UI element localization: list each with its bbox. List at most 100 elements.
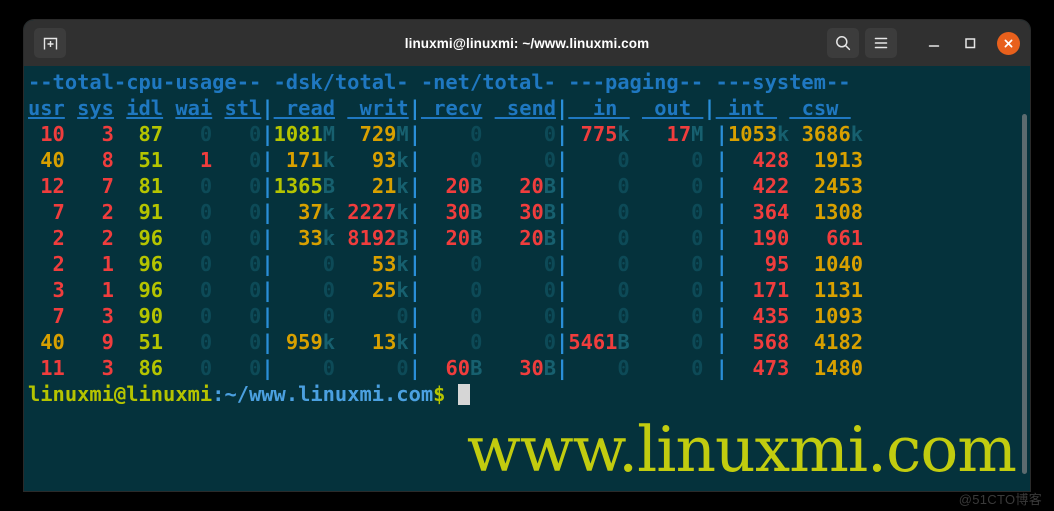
cell-usr: 11 — [28, 356, 65, 380]
cell-writ: 13 — [347, 330, 397, 354]
cell-writ: 0 — [347, 304, 409, 328]
maximize-icon — [965, 38, 976, 49]
cell-idl: 81 — [126, 174, 164, 198]
cell-sys: 3 — [77, 356, 114, 380]
cell-writ-unit: k — [396, 278, 409, 302]
dstat-column-header-line: usr sys idl wai stl| read writ| recv sen… — [28, 96, 851, 120]
scrollbar-thumb[interactable] — [1022, 114, 1027, 474]
cell-recv: 30 — [420, 200, 471, 224]
cell-idl: 96 — [126, 252, 164, 276]
cell-read: 1365 — [273, 174, 323, 198]
cell-recv: 60 — [420, 356, 471, 380]
cell-idl: 86 — [126, 356, 164, 380]
dstat-row: 2 1 96 0 0| 0 53k| 0 0| 0 0 | 95 1040 — [28, 252, 863, 276]
dstat-row: 7 3 90 0 0| 0 0| 0 0| 0 0 | 435 1093 — [28, 304, 863, 328]
cell-wai: 0 — [175, 252, 213, 276]
shell-prompt-line: linuxmi@linuxmi:~/www.linuxmi.com$ — [28, 381, 1030, 407]
cell-read: 0 — [273, 356, 336, 380]
col-wai: wai — [175, 96, 213, 120]
cell-wai: 0 — [175, 356, 213, 380]
cell-wai: 0 — [175, 278, 213, 302]
cell-out: 0 — [641, 304, 704, 328]
cell-wai: 0 — [175, 122, 213, 146]
terminal-window: linuxmi@linuxmi: ~/www.linuxmi.com --tot… — [24, 20, 1030, 491]
cell-sys: 1 — [77, 252, 114, 276]
col-send: send — [494, 96, 557, 120]
cell-out: 0 — [641, 148, 704, 172]
cell-stl: 0 — [224, 200, 262, 224]
cell-int: 435 — [727, 304, 790, 328]
cell-send: 0 — [494, 252, 557, 276]
cell-writ-unit: k — [396, 252, 409, 276]
cell-wai: 0 — [175, 226, 213, 250]
cell-read-unit: M — [322, 122, 336, 146]
cell-sys: 9 — [77, 330, 114, 354]
cell-writ-unit: B — [396, 226, 409, 250]
cell-int: 171 — [727, 278, 790, 302]
cell-stl: 0 — [224, 356, 262, 380]
col-idl: idl — [126, 96, 164, 120]
menu-button[interactable] — [865, 28, 897, 58]
cell-writ-unit: k — [396, 174, 409, 198]
cell-read: 1081 — [273, 122, 323, 146]
dstat-group-header: --total-cpu-usage-- -dsk/total- -net/tot… — [28, 70, 851, 94]
cell-recv: 0 — [420, 304, 483, 328]
cell-out: 0 — [641, 200, 704, 224]
cell-stl: 0 — [224, 148, 262, 172]
cell-usr: 40 — [28, 148, 65, 172]
minimize-button[interactable] — [919, 28, 949, 58]
cell-int: 568 — [727, 330, 790, 354]
col-usr: usr — [28, 96, 65, 120]
cell-recv-unit: B — [470, 174, 483, 198]
close-button[interactable] — [997, 31, 1020, 55]
titlebar-controls — [827, 28, 1020, 58]
cell-sys: 2 — [77, 200, 114, 224]
cell-sys: 1 — [77, 278, 114, 302]
text-cursor[interactable] — [457, 384, 470, 405]
cell-wai: 0 — [175, 200, 213, 224]
col-recv: recv — [420, 96, 483, 120]
dstat-group-header-line: --total-cpu-usage-- -dsk/total- -net/tot… — [28, 69, 1030, 95]
cell-csw: 1093 — [801, 304, 863, 328]
cell-wai: 0 — [175, 304, 213, 328]
cell-idl: 91 — [126, 200, 164, 224]
prompt-colon: : — [212, 382, 225, 406]
hamburger-menu-icon — [874, 37, 888, 49]
cell-read-unit: k — [322, 200, 336, 224]
cell-in: 5461 — [568, 330, 618, 354]
cell-int: 422 — [727, 174, 790, 198]
cell-read: 0 — [273, 278, 336, 302]
cell-int-unit: k — [777, 122, 790, 146]
site-watermark: www.linuxmi.com — [466, 413, 1017, 486]
cell-writ: 2227 — [347, 200, 397, 224]
cell-recv-unit: B — [470, 226, 483, 250]
cell-in: 0 — [568, 252, 630, 276]
cell-recv: 20 — [420, 174, 471, 198]
terminal-body[interactable]: --total-cpu-usage-- -dsk/total- -net/tot… — [24, 66, 1030, 491]
cell-out: 0 — [641, 252, 704, 276]
cell-send: 0 — [494, 122, 557, 146]
new-tab-button[interactable] — [34, 28, 66, 58]
cell-wai: 0 — [175, 330, 213, 354]
cell-csw-unit: k — [850, 122, 863, 146]
cell-in: 0 — [568, 200, 630, 224]
cell-int: 1053 — [727, 122, 778, 146]
dstat-row: 10 3 87 0 0|1081M 729M| 0 0| 775k 17M |1… — [28, 122, 863, 146]
cell-stl: 0 — [224, 122, 262, 146]
cell-read-unit: k — [322, 226, 336, 250]
cell-recv: 0 — [420, 278, 483, 302]
search-button[interactable] — [827, 28, 859, 58]
cell-writ: 53 — [347, 252, 397, 276]
cell-out: 0 — [641, 356, 704, 380]
cell-int: 473 — [727, 356, 790, 380]
terminal-scrollbar[interactable] — [1021, 114, 1028, 491]
cell-idl: 87 — [126, 122, 164, 146]
cell-writ: 93 — [347, 148, 397, 172]
cell-send: 20 — [494, 174, 544, 198]
cell-csw: 661 — [801, 226, 863, 250]
cell-recv-unit: B — [470, 356, 483, 380]
cell-writ: 729 — [347, 122, 397, 146]
cell-int: 190 — [727, 226, 790, 250]
cell-csw: 1480 — [801, 356, 863, 380]
maximize-button[interactable] — [955, 28, 985, 58]
